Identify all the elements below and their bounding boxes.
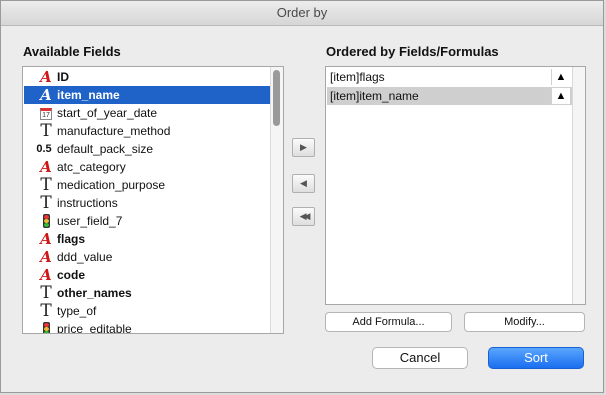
available-field-item[interactable]: user_field_7 bbox=[24, 212, 270, 230]
available-field-label: other_names bbox=[57, 286, 132, 300]
available-fields-list[interactable]: A ID Aitem_name 17 start_of_year_date Tmanufa… bbox=[22, 66, 284, 334]
available-field-label: default_pack_size bbox=[57, 142, 154, 156]
available-field-label: manufacture_method bbox=[57, 124, 171, 138]
available-field-item[interactable]: Tmedication_purpose bbox=[24, 176, 270, 194]
available-field-item[interactable]: Tother_names bbox=[24, 284, 270, 302]
available-field-label: item_name bbox=[57, 88, 120, 102]
ordered-field-label: [item]item_name bbox=[330, 89, 419, 103]
available-field-label: user_field_7 bbox=[57, 214, 123, 228]
traffic-light-icon bbox=[38, 212, 54, 230]
alpha-field-icon: A bbox=[40, 248, 52, 266]
window-title: Order by bbox=[1, 1, 603, 26]
text-field-icon: T bbox=[40, 175, 52, 195]
available-field-label: type_of bbox=[57, 304, 97, 318]
ordered-fields-scrollbar[interactable] bbox=[572, 67, 585, 304]
available-field-item[interactable]: 0.5 default_pack_size bbox=[24, 140, 270, 158]
alpha-field-icon: A bbox=[40, 86, 52, 104]
ordered-field-label: [item]flags bbox=[330, 70, 385, 84]
available-field-item[interactable]: Aitem_name bbox=[24, 86, 270, 104]
available-field-item[interactable]: Aflags bbox=[24, 230, 270, 248]
available-field-item[interactable]: price_editable bbox=[24, 320, 270, 334]
alpha-field-icon: A bbox=[40, 266, 52, 284]
available-field-label: start_of_year_date bbox=[57, 106, 158, 120]
order-by-dialog: Order by Available Fields A ID Aitem_name 1… bbox=[0, 0, 604, 393]
available-field-label: price_editable bbox=[57, 322, 132, 334]
available-field-label: ddd_value bbox=[57, 250, 113, 264]
add-arrow-icon: ▶ bbox=[300, 142, 307, 152]
available-field-item[interactable]: 17 start_of_year_date bbox=[24, 104, 270, 122]
sort-button[interactable]: Sort bbox=[488, 347, 584, 369]
ordered-fields-list[interactable]: [item]flags ▲ [item]item_name ▲ bbox=[325, 66, 586, 305]
text-field-icon: T bbox=[40, 121, 52, 141]
sort-direction-toggle[interactable]: ▲ bbox=[551, 69, 570, 85]
alpha-field-icon: A bbox=[40, 230, 52, 248]
available-field-label: medication_purpose bbox=[57, 178, 166, 192]
remove-field-button[interactable]: ◀ bbox=[292, 174, 315, 193]
available-field-item[interactable]: Acode bbox=[24, 266, 270, 284]
number-field-icon: 0.5 bbox=[36, 143, 52, 155]
cancel-button[interactable]: Cancel bbox=[372, 347, 468, 369]
available-field-label: flags bbox=[57, 232, 86, 246]
scrollbar-thumb[interactable] bbox=[273, 70, 280, 126]
available-field-label: atc_category bbox=[57, 160, 126, 174]
traffic-light-icon bbox=[38, 320, 54, 333]
available-field-item[interactable]: Tmanufacture_method bbox=[24, 122, 270, 140]
text-field-icon: T bbox=[40, 301, 52, 321]
text-field-icon: T bbox=[40, 283, 52, 303]
calendar-icon: 17 bbox=[38, 104, 54, 122]
available-field-item[interactable]: A ID bbox=[24, 68, 270, 86]
remove-all-button[interactable]: ◀◀ bbox=[292, 207, 315, 226]
add-field-button[interactable]: ▶ bbox=[292, 138, 315, 157]
ordered-fields-heading: Ordered by Fields/Formulas bbox=[326, 44, 499, 59]
text-field-icon: T bbox=[40, 193, 52, 213]
sort-direction-toggle[interactable]: ▲ bbox=[551, 88, 570, 104]
remove-arrow-icon: ◀ bbox=[300, 178, 307, 188]
available-field-label: instructions bbox=[57, 196, 118, 210]
available-field-item[interactable]: Ttype_of bbox=[24, 302, 270, 320]
available-field-label: ID bbox=[57, 70, 69, 84]
available-field-item[interactable]: Aatc_category bbox=[24, 158, 270, 176]
ordered-field-item[interactable]: [item]item_name ▲ bbox=[327, 87, 584, 105]
available-fields-heading: Available Fields bbox=[23, 44, 121, 59]
alpha-field-icon: A bbox=[40, 68, 52, 86]
add-formula-button[interactable]: Add Formula... bbox=[325, 312, 452, 332]
available-field-item[interactable]: Addd_value bbox=[24, 248, 270, 266]
available-field-item[interactable]: Tinstructions bbox=[24, 194, 270, 212]
alpha-field-icon: A bbox=[40, 158, 52, 176]
modify-button[interactable]: Modify... bbox=[464, 312, 585, 332]
ordered-field-item[interactable]: [item]flags ▲ bbox=[327, 68, 584, 86]
available-fields-scrollbar[interactable] bbox=[270, 67, 283, 333]
available-field-label: code bbox=[57, 268, 86, 282]
remove-all-arrow-icon: ◀◀ bbox=[299, 211, 311, 221]
